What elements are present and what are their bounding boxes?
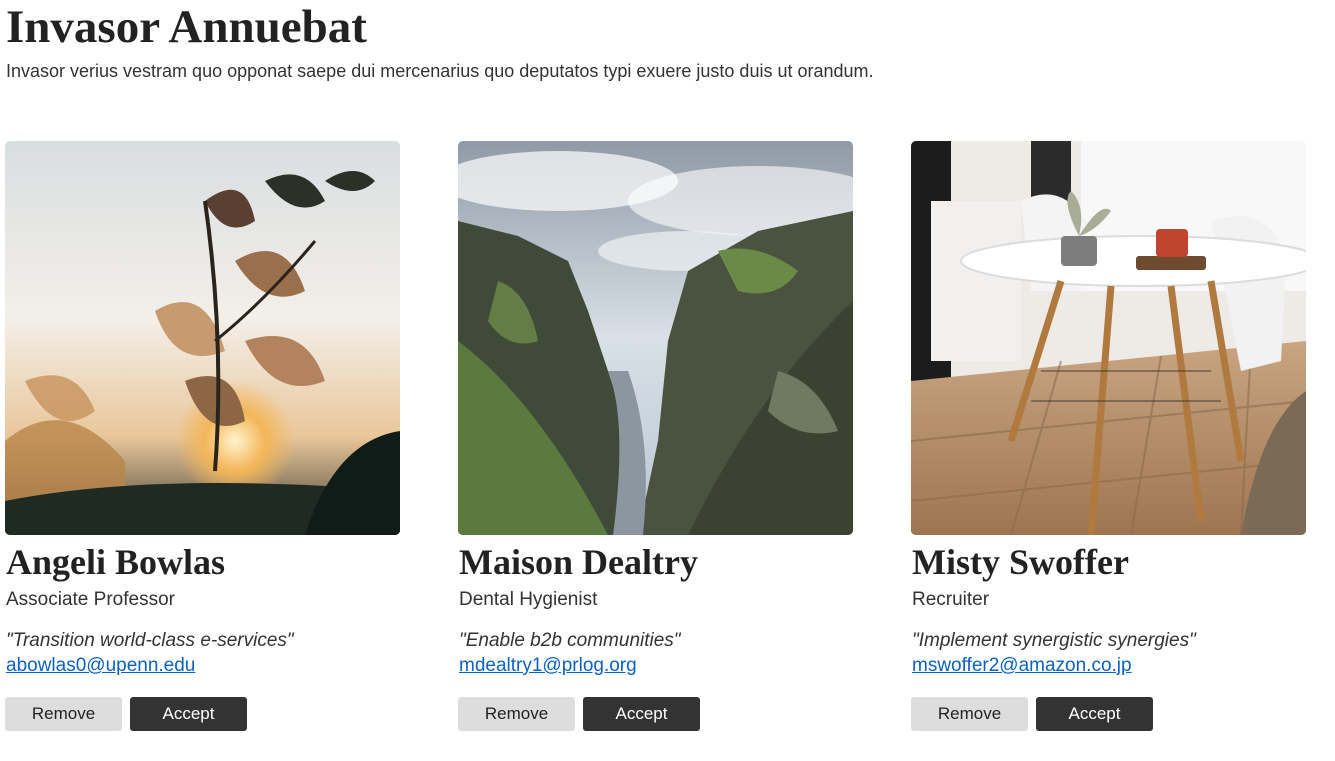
profile-card: Misty Swoffer Recruiter "Implement syner… [911,141,1306,731]
page: Invasor Annuebat Invasor verius vestram … [0,0,1335,761]
person-name: Angeli Bowlas [6,542,226,582]
profile-card: Maison Dealtry Dental Hygienist "Enable … [458,141,853,731]
remove-button[interactable]: Remove [911,697,1028,731]
card-actions: Remove Accept [5,697,400,731]
person-role: Dental Hygienist [459,589,598,610]
remove-button[interactable]: Remove [5,697,122,731]
card-actions: Remove Accept [911,697,1306,731]
person-quote: "Enable b2b communities" [459,630,681,651]
person-email-link[interactable]: mswoffer2@amazon.co.jp [912,654,1132,678]
remove-button[interactable]: Remove [458,697,575,731]
accept-button[interactable]: Accept [130,697,247,731]
accept-button[interactable]: Accept [1036,697,1153,731]
person-quote: "Implement synergistic synergies" [912,630,1196,651]
profile-card: Angeli Bowlas Associate Professor "Trans… [5,141,400,731]
profile-card-list: Angeli Bowlas Associate Professor "Trans… [5,141,1306,731]
card-actions: Remove Accept [458,697,853,731]
person-name: Maison Dealtry [459,542,698,582]
page-title: Invasor Annuebat [6,1,367,53]
person-role: Recruiter [912,589,990,610]
page-subtitle: Invasor verius vestram quo opponat saepe… [6,61,874,81]
profile-photo-canyon [458,141,853,535]
accept-button[interactable]: Accept [583,697,700,731]
person-quote: "Transition world-class e-services" [6,630,294,651]
person-email-link[interactable]: mdealtry1@prlog.org [459,654,637,678]
person-email-link[interactable]: abowlas0@upenn.edu [6,654,195,678]
profile-photo-table [911,141,1306,535]
person-name: Misty Swoffer [912,542,1129,582]
profile-photo-flowers [5,141,400,535]
person-role: Associate Professor [6,589,175,610]
